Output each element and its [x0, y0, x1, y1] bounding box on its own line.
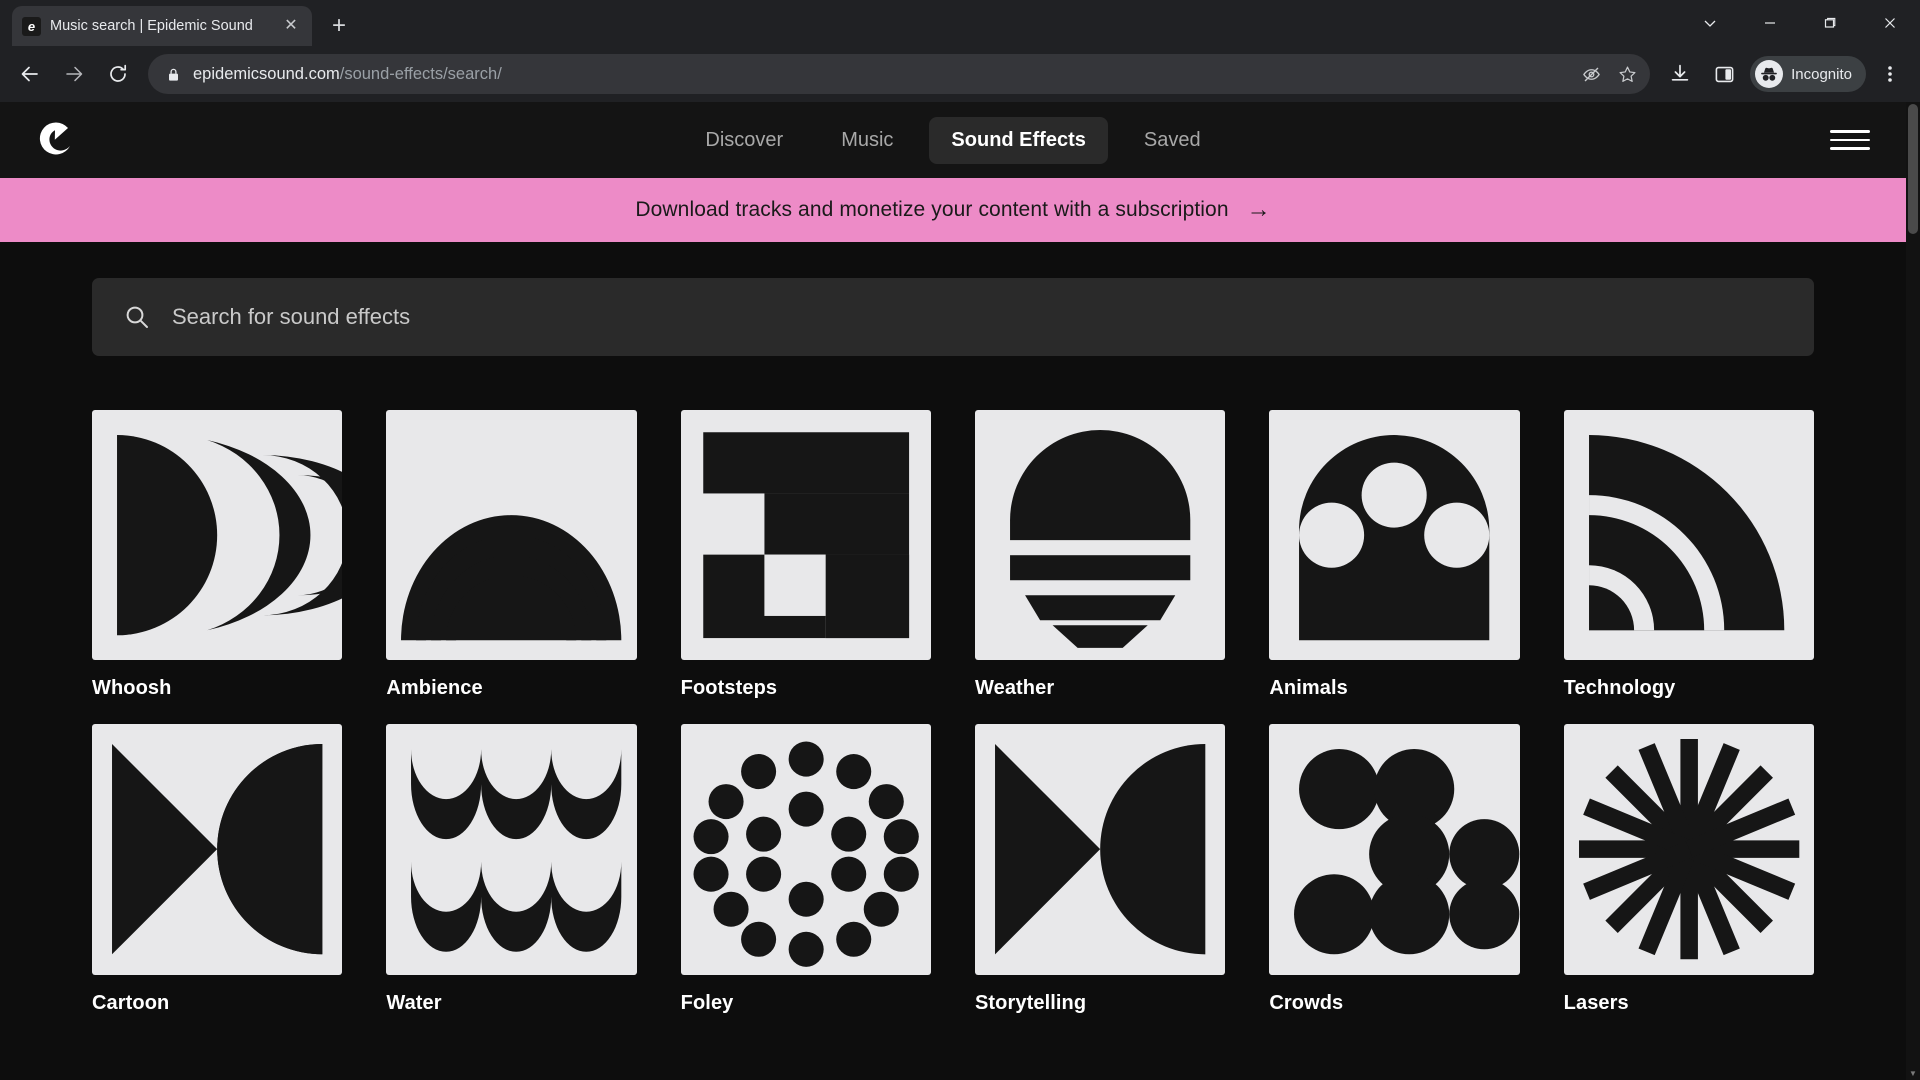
nav-item-music[interactable]: Music: [819, 117, 915, 164]
window-controls: [1680, 0, 1920, 46]
ambience-icon: [386, 410, 637, 661]
lasers-icon: [1563, 724, 1814, 975]
reload-icon[interactable]: [98, 54, 138, 94]
close-tab-icon[interactable]: ✕: [280, 15, 302, 37]
technology-icon: [1563, 410, 1814, 661]
url-path: /sound-effects/search/: [339, 64, 502, 83]
browser-window: e Music search | Epidemic Sound ✕ + epid…: [0, 0, 1920, 1080]
address-bar[interactable]: epidemicsound.com/sound-effects/search/: [148, 54, 1651, 94]
nav-item-discover[interactable]: Discover: [683, 117, 805, 164]
category-grid: Whoosh Ambience Footsteps Weather Animal…: [92, 410, 1814, 1015]
new-tab-button[interactable]: +: [322, 9, 356, 43]
tab-strip: e Music search | Epidemic Sound ✕ +: [0, 0, 1920, 46]
epidemic-sound-favicon: e: [22, 16, 41, 36]
category-card-weather[interactable]: Weather: [974, 410, 1226, 700]
foley-icon: [680, 724, 931, 975]
lock-icon: [166, 67, 181, 82]
category-card-ambience[interactable]: Ambience: [386, 410, 637, 700]
site-navigation: Discover Music Sound Effects Saved: [0, 116, 1906, 164]
url-domain: epidemicsound.com: [193, 64, 340, 83]
category-card-animals[interactable]: Animals: [1269, 410, 1520, 700]
epidemic-sound-logo[interactable]: [36, 119, 78, 161]
water-icon: [386, 724, 637, 975]
maximize-icon[interactable]: [1800, 0, 1860, 46]
whoosh-icon: [92, 410, 343, 661]
incognito-label: Incognito: [1791, 65, 1852, 83]
category-label: Foley: [680, 991, 734, 1014]
eye-slash-icon[interactable]: [1574, 57, 1608, 91]
search-icon: [124, 304, 150, 330]
page-scrollbar[interactable]: ▲ ▼: [1906, 102, 1920, 1080]
cartoon-icon: [92, 724, 343, 975]
back-arrow-icon[interactable]: [10, 54, 50, 94]
omnibox-actions: [1574, 57, 1644, 91]
category-label: Animals: [1269, 677, 1348, 700]
close-window-icon[interactable]: [1860, 0, 1920, 46]
promo-banner-text: Download tracks and monetize your conten…: [635, 198, 1229, 221]
download-icon[interactable]: [1660, 54, 1700, 94]
incognito-indicator[interactable]: Incognito: [1750, 56, 1866, 92]
category-card-footsteps[interactable]: Footsteps: [680, 410, 931, 700]
side-panel-icon[interactable]: [1704, 54, 1744, 94]
category-card-foley[interactable]: Foley: [680, 724, 931, 1014]
scrollbar-thumb[interactable]: [1908, 104, 1918, 234]
incognito-avatar-icon: [1755, 60, 1784, 88]
storytelling-icon: [974, 724, 1226, 975]
category-label: Cartoon: [92, 991, 170, 1014]
site-header: Discover Music Sound Effects Saved: [0, 102, 1906, 178]
category-label: Ambience: [386, 677, 483, 700]
browser-tab[interactable]: e Music search | Epidemic Sound ✕: [12, 6, 312, 46]
page-viewport: Discover Music Sound Effects Saved Downl…: [0, 102, 1920, 1080]
category-label: Crowds: [1269, 991, 1344, 1014]
category-label: Lasers: [1563, 991, 1629, 1014]
nav-item-saved[interactable]: Saved: [1122, 117, 1223, 164]
subscription-promo-banner[interactable]: Download tracks and monetize your conten…: [0, 178, 1906, 242]
arrow-right-icon: →: [1246, 196, 1271, 223]
category-card-storytelling[interactable]: Storytelling: [974, 724, 1226, 1014]
tab-title: Music search | Epidemic Sound: [50, 18, 253, 34]
search-placeholder: Search for sound effects: [172, 304, 410, 330]
three-dot-menu-icon[interactable]: [1870, 54, 1910, 94]
category-card-lasers[interactable]: Lasers: [1563, 724, 1814, 1014]
epidemic-sound-page: Discover Music Sound Effects Saved Downl…: [0, 102, 1906, 1080]
page-content: Search for sound effects Whoosh Ambience…: [0, 242, 1906, 1015]
footsteps-icon: [680, 410, 931, 661]
category-card-crowds[interactable]: Crowds: [1269, 724, 1520, 1014]
browser-toolbar: epidemicsound.com/sound-effects/search/: [0, 46, 1920, 102]
category-card-water[interactable]: Water: [386, 724, 637, 1014]
category-card-technology[interactable]: Technology: [1563, 410, 1814, 700]
forward-arrow-icon[interactable]: [54, 54, 94, 94]
star-icon[interactable]: [1610, 57, 1644, 91]
hamburger-menu-icon[interactable]: [1830, 120, 1870, 160]
category-label: Weather: [974, 677, 1055, 700]
category-label: Footsteps: [680, 677, 778, 700]
category-label: Storytelling: [974, 991, 1087, 1014]
crowds-icon: [1269, 724, 1520, 975]
nav-item-sound-effects[interactable]: Sound Effects: [929, 116, 1108, 164]
category-card-whoosh[interactable]: Whoosh: [92, 410, 343, 700]
weather-icon: [974, 410, 1226, 661]
search-input[interactable]: Search for sound effects: [92, 278, 1814, 356]
animals-icon: [1269, 410, 1520, 661]
category-label: Whoosh: [92, 677, 172, 700]
chevron-down-icon[interactable]: [1680, 0, 1740, 46]
category-label: Technology: [1563, 677, 1676, 700]
url-text: epidemicsound.com/sound-effects/search/: [193, 65, 1562, 84]
scroll-down-arrow-icon[interactable]: ▼: [1906, 1066, 1920, 1080]
minimize-icon[interactable]: [1740, 0, 1800, 46]
search-placeholder-text: Search for sound effects: [172, 304, 411, 329]
category-label: Water: [386, 991, 442, 1014]
category-card-cartoon[interactable]: Cartoon: [92, 724, 343, 1014]
